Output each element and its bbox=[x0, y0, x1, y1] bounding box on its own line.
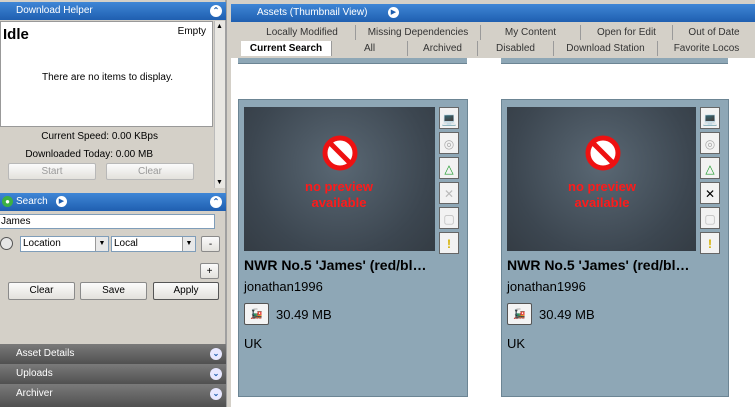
download-helper-body: Idle Empty There are no items to display… bbox=[0, 21, 213, 127]
search-header[interactable]: ● Search ▶ ⌃ bbox=[0, 193, 226, 211]
tab-download-station[interactable]: Download Station bbox=[553, 41, 657, 56]
chevron-down-icon[interactable]: ▼ bbox=[182, 237, 195, 251]
assets-panel: Assets (Thumbnail View) ▶ Locally Modifi… bbox=[231, 0, 755, 407]
search-clear-button[interactable]: Clear bbox=[8, 282, 75, 300]
assets-title: Assets (Thumbnail View) bbox=[257, 7, 368, 18]
search-apply-button[interactable]: Apply bbox=[153, 282, 219, 300]
filter-field-select[interactable]: Location ▼ bbox=[20, 236, 109, 252]
current-speed: Current Speed: 0.00 KBps bbox=[41, 131, 158, 142]
archiver-title: Archiver bbox=[16, 388, 53, 399]
tab-out-of-date[interactable]: Out of Date bbox=[672, 25, 755, 40]
asset-preview: no preview available bbox=[507, 107, 696, 251]
add-filter-button[interactable]: + bbox=[200, 263, 219, 279]
filter-field-value: Location bbox=[23, 238, 61, 249]
left-panel: Download Helper ⌃ Idle Empty There are n… bbox=[0, 0, 227, 407]
triangle-icon[interactable]: △ bbox=[700, 157, 720, 179]
tab-disabled[interactable]: Disabled bbox=[477, 41, 553, 56]
remove-filter-button[interactable]: - bbox=[201, 236, 220, 252]
uploads-title: Uploads bbox=[16, 368, 53, 379]
chevron-down-icon[interactable]: ▼ bbox=[95, 237, 108, 251]
tab-missing-dependencies[interactable]: Missing Dependencies bbox=[355, 25, 480, 40]
train-icon: 🚂 bbox=[244, 303, 269, 325]
start-button[interactable]: Start bbox=[8, 163, 96, 180]
tools-icon[interactable]: ✕ bbox=[439, 182, 459, 204]
asset-card[interactable]: no preview available 💻 ◎ △ ✕ ▢ ! NWR No.… bbox=[501, 99, 729, 397]
disc-icon[interactable]: ◎ bbox=[439, 132, 459, 154]
expand-icon[interactable]: ⌄ bbox=[210, 388, 222, 400]
assets-content: no preview available 💻 ◎ △ ✕ ▢ ! NWR No.… bbox=[231, 58, 755, 407]
asset-location: UK bbox=[507, 336, 526, 351]
copy-icon[interactable]: ▢ bbox=[439, 207, 459, 229]
warning-icon[interactable]: ! bbox=[700, 232, 720, 254]
search-menu-icon[interactable]: ▶ bbox=[56, 196, 67, 207]
asset-size: 30.49 MB bbox=[539, 307, 595, 322]
archiver-pane[interactable]: Archiver ⌄ bbox=[0, 384, 226, 407]
assets-header[interactable]: Assets (Thumbnail View) ▶ bbox=[231, 4, 755, 22]
scroll-down-icon[interactable]: ▼ bbox=[216, 179, 223, 186]
download-status: Idle bbox=[3, 26, 29, 43]
filter-toggle-icon[interactable] bbox=[0, 237, 13, 250]
previous-row-edge bbox=[501, 58, 728, 64]
tab-favorite-locos[interactable]: Favorite Locos bbox=[657, 41, 755, 56]
copy-icon[interactable]: ▢ bbox=[700, 207, 720, 229]
asset-title: NWR No.5 'James' (red/bl… bbox=[244, 257, 427, 273]
no-entry-icon bbox=[585, 135, 621, 171]
previous-row-edge bbox=[238, 58, 467, 64]
filter-value-value: Local bbox=[114, 238, 138, 249]
tab-current-search[interactable]: Current Search bbox=[241, 41, 331, 56]
download-scrollbar[interactable]: ▲ ▼ bbox=[214, 21, 225, 188]
tools-icon[interactable]: ✕ bbox=[700, 182, 720, 204]
asset-location: UK bbox=[244, 336, 263, 351]
search-save-button[interactable]: Save bbox=[80, 282, 147, 300]
expand-icon[interactable]: ⌄ bbox=[210, 348, 222, 360]
no-entry-icon bbox=[322, 135, 358, 171]
disc-icon[interactable]: ◎ bbox=[700, 132, 720, 154]
search-icon: ● bbox=[2, 196, 13, 207]
download-clear-button[interactable]: Clear bbox=[106, 163, 194, 180]
uploads-pane[interactable]: Uploads ⌄ bbox=[0, 364, 226, 384]
queue-state: Empty bbox=[177, 26, 206, 37]
asset-details-pane[interactable]: Asset Details ⌄ bbox=[0, 344, 226, 364]
tab-all[interactable]: All bbox=[331, 41, 407, 56]
download-helper-title: Download Helper bbox=[16, 5, 93, 16]
asset-size: 30.49 MB bbox=[276, 307, 332, 322]
tab-locally-modified[interactable]: Locally Modified bbox=[249, 25, 355, 40]
scroll-up-icon[interactable]: ▲ bbox=[216, 23, 223, 30]
tab-row-2: Current Search All Archived Disabled Dow… bbox=[241, 41, 755, 57]
tab-my-content[interactable]: My Content bbox=[480, 25, 580, 40]
empty-message: There are no items to display. bbox=[42, 72, 173, 83]
tab-open-for-edit[interactable]: Open for Edit bbox=[580, 25, 672, 40]
asset-preview: no preview available bbox=[244, 107, 435, 251]
filter-value-select[interactable]: Local ▼ bbox=[111, 236, 196, 252]
warning-icon[interactable]: ! bbox=[439, 232, 459, 254]
search-input[interactable] bbox=[0, 214, 215, 229]
train-icon: 🚂 bbox=[507, 303, 532, 325]
search-title: Search bbox=[16, 196, 48, 207]
collapse-icon[interactable]: ⌃ bbox=[210, 196, 222, 208]
asset-title: NWR No.5 'James' (red/bl… bbox=[507, 257, 690, 273]
asset-author: jonathan1996 bbox=[244, 279, 323, 294]
no-preview-text: no preview available bbox=[305, 179, 373, 210]
download-helper-header[interactable]: Download Helper ⌃ bbox=[0, 2, 226, 20]
asset-card[interactable]: no preview available 💻 ◎ △ ✕ ▢ ! NWR No.… bbox=[238, 99, 468, 397]
collapse-icon[interactable]: ⌃ bbox=[210, 5, 222, 17]
tab-archived[interactable]: Archived bbox=[407, 41, 477, 56]
laptop-icon[interactable]: 💻 bbox=[439, 107, 459, 129]
downloaded-today: Downloaded Today: 0.00 MB bbox=[25, 149, 153, 160]
laptop-icon[interactable]: 💻 bbox=[700, 107, 720, 129]
tab-row-1: Locally Modified Missing Dependencies My… bbox=[249, 25, 755, 41]
asset-author: jonathan1996 bbox=[507, 279, 586, 294]
expand-icon[interactable]: ⌄ bbox=[210, 368, 222, 380]
asset-details-title: Asset Details bbox=[16, 348, 75, 359]
assets-menu-icon[interactable]: ▶ bbox=[388, 7, 399, 18]
triangle-icon[interactable]: △ bbox=[439, 157, 459, 179]
no-preview-text: no preview available bbox=[568, 179, 636, 210]
